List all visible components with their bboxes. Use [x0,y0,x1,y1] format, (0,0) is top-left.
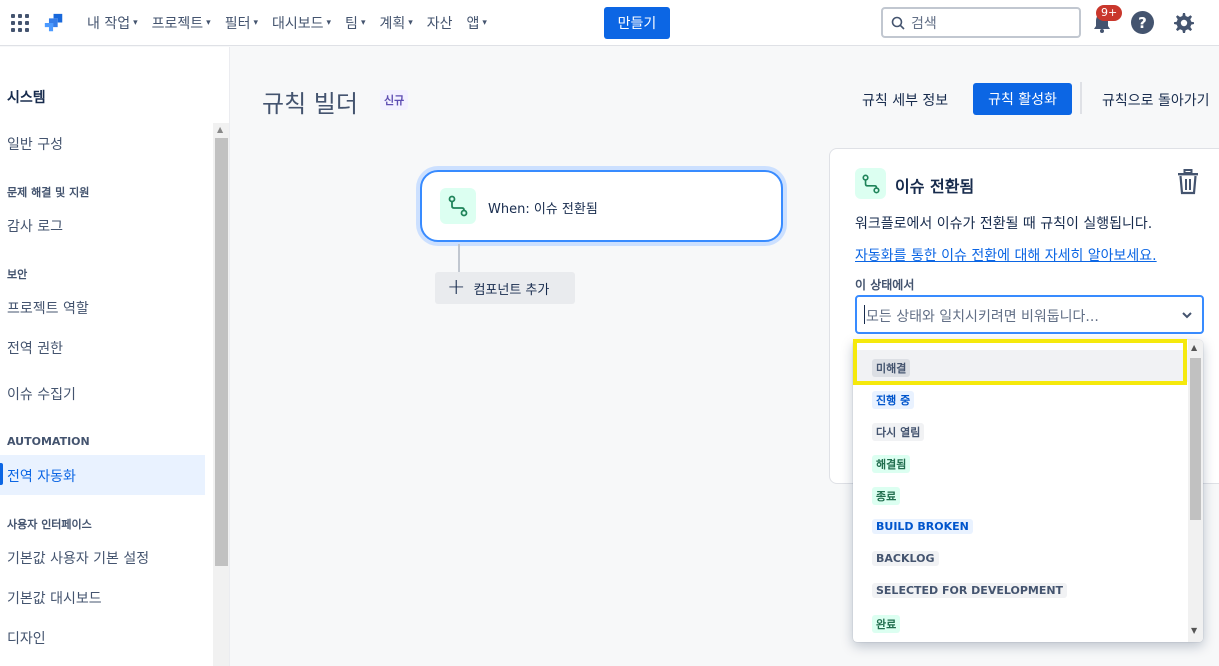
chevron-down-icon: ▾ [360,18,366,28]
sidebar-item-issue-collectors[interactable]: 이슈 수집기 [7,384,76,404]
page-title: 규칙 빌더 [262,90,358,118]
transition-icon [440,188,476,224]
nav-item[interactable]: 자산 [420,7,460,39]
status-lozenge: 다시 열림 [872,423,925,441]
sidebar-active-indicator [0,463,3,485]
scroll-up-icon[interactable]: ▲ [217,125,223,134]
new-lozenge: 신규 [380,90,409,110]
panel-title: 이슈 전환됨 [895,177,975,196]
help-icon[interactable]: ? [1131,11,1154,34]
highlight-box [853,339,1187,385]
top-navigation: 내 작업 ▾ 프로젝트 ▾ 필터 ▾ 대시보드 ▾ 팀 ▾ 계획 ▾ 자산 앱 ▾ 만들기 검색 9+ ? [0,0,1219,46]
nav-item[interactable]: 계획 ▾ [372,7,419,39]
panel-description: 워크플로에서 이슈가 전환될 때 규칙이 실행됩니다. [855,216,1153,232]
chevron-down-icon: ▾ [326,18,332,28]
status-option[interactable]: 완료 [853,606,1188,638]
nav-item-label: 필터 [224,16,251,32]
nav-item[interactable]: 내 작업 ▾ [80,7,145,39]
nav-item-label: 앱 [466,16,480,32]
from-status-select[interactable]: 모든 상태와 일치시키려면 비워둡니다... [855,295,1204,334]
status-option[interactable]: 진행 중 [853,382,1188,414]
sidebar-item-design[interactable]: 디자인 [7,628,46,648]
nav-item-label: 프로젝트 [151,16,204,32]
sidebar-item-default-dashboard[interactable]: 기본값 대시보드 [7,588,102,608]
nav-item-label: 내 작업 [87,16,131,32]
status-lozenge: BACKLOG [872,551,939,566]
nav-item-label: 계획 [379,16,406,32]
search-placeholder: 검색 [911,15,937,32]
nav-item-label: 팀 [345,16,358,32]
dropdown-scrollbar[interactable]: ▲ ▼ [1188,340,1203,642]
trigger-card[interactable]: When: 이슈 전환됨 [420,170,783,242]
trigger-label: When: 이슈 전환됨 [488,202,598,217]
status-option[interactable]: 해결됨 [853,446,1188,478]
status-option[interactable]: 종료 [853,478,1188,510]
sidebar-item-global-permissions[interactable]: 전역 권한 [7,338,63,358]
status-option[interactable]: SELECTED FOR DEVELOPMENT [853,574,1188,606]
sidebar-section-troubleshooting: 문제 해결 및 지원 [7,186,90,199]
sidebar-scrollbar[interactable]: ▲ [213,123,229,666]
nav-item[interactable]: 팀 ▾ [338,7,372,39]
chevron-down-icon: ▾ [133,18,138,28]
text-cursor [864,305,865,324]
learn-more-link[interactable]: 자동화를 통한 이슈 전환에 대해 자세히 알아보세요. [855,245,1157,265]
dropdown-scroll-thumb[interactable] [1190,358,1201,520]
status-option[interactable]: BUILD BROKEN [853,510,1188,542]
activate-rule-button[interactable]: 규칙 활성화 [973,83,1072,115]
sidebar-section-automation: AUTOMATION [7,435,90,448]
chevron-down-icon: ▾ [482,18,487,28]
sidebar-item-project-roles[interactable]: 프로젝트 역할 [7,298,89,318]
sidebar-item-general-config[interactable]: 일반 구성 [7,134,63,154]
nav-menu: 내 작업 ▾ 프로젝트 ▾ 필터 ▾ 대시보드 ▾ 팀 ▾ 계획 ▾ 자산 앱 ▾ [80,0,494,46]
chevron-down-icon: ▾ [408,18,413,28]
status-option[interactable]: BACKLOG [853,542,1188,574]
nav-item[interactable]: 대시보드 ▾ [265,7,338,39]
sidebar-item-global-automation[interactable]: 전역 자동화 [7,466,76,486]
chevron-down-icon: ▾ [253,18,258,28]
status-lozenge: 진행 중 [872,391,915,409]
nav-item[interactable]: 프로젝트 ▾ [145,7,218,39]
app-switcher-icon[interactable] [11,14,29,32]
header-divider [1080,82,1082,114]
jira-logo-icon[interactable] [43,12,65,34]
sidebar-scroll-thumb[interactable] [215,138,228,566]
scroll-up-icon[interactable]: ▲ [1191,343,1197,352]
add-component-label: 컴포넌트 추가 [473,282,550,298]
create-button[interactable]: 만들기 [604,7,670,39]
nav-item-label: 자산 [426,16,453,32]
nav-item-label: 대시보드 [271,16,324,32]
notification-badge: 9+ [1096,5,1123,21]
sidebar-item-default-user-prefs[interactable]: 기본값 사용자 기본 설정 [7,548,149,568]
status-dropdown: 미해결 진행 중 다시 열림 해결됨 종료 BUILD BROKEN BACKLOG SELE… [853,340,1203,642]
add-component-button[interactable]: + 컴포넌트 추가 [435,272,575,304]
select-placeholder: 모든 상태와 일치시키려면 비워둡니다... [866,309,1099,325]
plus-icon: + [447,275,466,300]
status-lozenge: SELECTED FOR DEVELOPMENT [872,583,1068,598]
sidebar: 시스템 일반 구성 문제 해결 및 지원 감사 로그 보안 프로젝트 역할 전역… [0,47,230,666]
nav-item[interactable]: 필터 ▾ [218,7,265,39]
rule-details-button[interactable]: 규칙 세부 정보 [862,90,948,110]
chevron-down-icon: ▾ [206,18,211,28]
sidebar-section-user-interface: 사용자 인터페이스 [7,518,92,531]
status-lozenge: 해결됨 [872,455,911,473]
from-status-label: 이 상태에서 [855,278,915,292]
search-icon [891,16,905,30]
scroll-down-icon[interactable]: ▼ [1191,626,1197,635]
status-lozenge: 종료 [872,487,901,505]
trash-icon[interactable] [1176,169,1200,195]
nav-item[interactable]: 앱 ▾ [460,7,494,39]
sidebar-item-audit-log[interactable]: 감사 로그 [7,216,63,236]
sidebar-title: 시스템 [7,90,46,106]
search-input[interactable]: 검색 [881,7,1081,38]
back-to-rules-button[interactable]: 규칙으로 돌아가기 [1102,90,1210,110]
flow-connector [458,244,460,274]
gear-icon[interactable] [1171,11,1195,35]
status-lozenge: BUILD BROKEN [872,519,973,534]
chevron-down-icon[interactable] [1181,310,1193,320]
sidebar-section-security: 보안 [7,268,28,281]
transition-icon [855,168,886,199]
status-lozenge: 완료 [872,615,901,633]
status-option[interactable]: 다시 열림 [853,414,1188,446]
